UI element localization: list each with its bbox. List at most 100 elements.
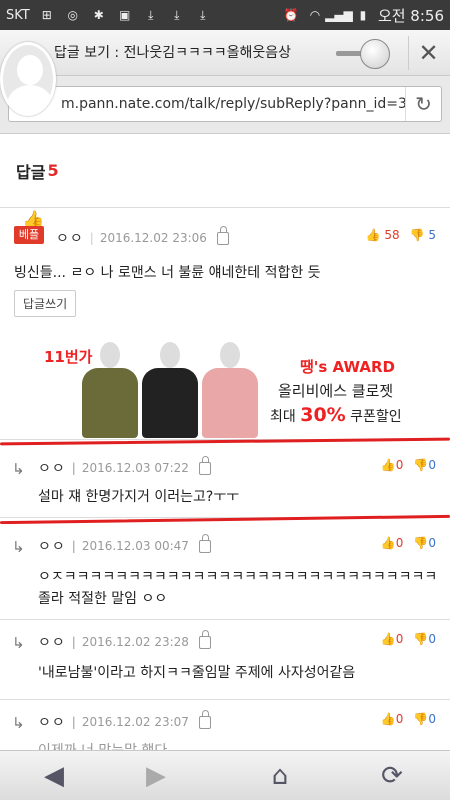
best-comment-meta: ㅇㅇ | 2016.12.02 23:06	[56, 225, 229, 248]
refresh-icon: ⟳	[381, 761, 403, 791]
author-nick[interactable]: ㅇㅇ	[38, 536, 66, 556]
downvote-button[interactable]: 👎0	[413, 536, 436, 550]
reply-item: ↳ ㅇㅇ | 2016.12.03 00:47 👍0 👎0 ㅇㅈㅋㅋㅋㅋㅋㅋㅋㅋ…	[0, 524, 450, 620]
refresh-button[interactable]: ⟳	[362, 755, 422, 797]
download-icon: ⤓	[148, 7, 154, 22]
downvote-button[interactable]: 👎0	[413, 458, 436, 472]
ad-discount: 30%	[300, 404, 346, 426]
profile-avatar[interactable]	[0, 42, 56, 116]
reply-meta: ㅇㅇ | 2016.12.02 23:28	[38, 629, 211, 652]
ad-headline: 올리비에스 클로젯	[278, 382, 394, 400]
download-icon: ⤓	[200, 7, 206, 22]
battery-icon: ▮	[359, 8, 367, 22]
downvote-button[interactable]: 👎 5	[410, 228, 436, 242]
downvote-button[interactable]: 👎0	[413, 712, 436, 726]
write-reply-button[interactable]: 답글쓰기	[14, 290, 77, 317]
reply-arrow-icon: ↳	[12, 538, 25, 556]
reply-votes: 👍0 👎0	[381, 632, 436, 646]
reply-meta: ㅇㅇ | 2016.12.02 23:07	[38, 709, 211, 732]
notification-settings-icon: ✱	[93, 8, 104, 22]
avatar-body-shape	[7, 85, 53, 113]
upvote-button[interactable]: 👍0	[381, 712, 404, 726]
replies-label: 답글	[16, 162, 46, 182]
downvote-count: 0	[428, 712, 436, 726]
notification-image-icon: ▣	[119, 8, 131, 22]
reply-arrow-icon: ↳	[12, 634, 25, 652]
reply-votes: 👍0 👎0	[381, 536, 436, 550]
reload-icon[interactable]: ↻	[405, 87, 441, 121]
author-nick[interactable]: ㅇㅇ	[38, 712, 66, 732]
reply-item: ↳ ㅇㅇ | 2016.12.02 23:07 👍0 👎0 이제까 너 맞는말 …	[0, 700, 450, 750]
url-bar: m.pann.nate.com/talk/reply/subReply?pann…	[0, 76, 450, 134]
ad-subline-prefix: 최대	[270, 409, 301, 425]
report-icon[interactable]	[198, 455, 211, 475]
best-comment-text: 빙신들... ㄹㅇ 나 로맨스 너 불륜 얘네한테 적합한 듯	[14, 265, 321, 281]
report-icon[interactable]	[198, 709, 211, 729]
forward-button[interactable]: ▶	[126, 755, 186, 797]
reply-text: 이제까 너 맞는말 했다	[38, 740, 167, 750]
upvote-button[interactable]: 👍0	[381, 536, 404, 550]
downvote-button[interactable]: 👎0	[413, 632, 436, 646]
downvote-count: 5	[428, 228, 436, 242]
best-comment: 👍 베플 ㅇㅇ | 2016.12.02 23:06 👍 58 👎 5 빙신들.…	[0, 208, 450, 336]
reply-text: '내로남불'이라고 하지ㅋㅋ줄임말 주제에 사자성어같음	[38, 665, 356, 681]
reply-text: ㅇㅈㅋㅋㅋㅋㅋㅋㅋㅋㅋㅋㅋㅋㅋㅋㅋㅋㅋㅋㅋㅋㅋㅋㅋㅋㅋㅋㅋㅋㅋ	[38, 569, 438, 585]
ad-subline: 최대 30% 쿠폰할인	[270, 404, 402, 426]
report-icon[interactable]	[198, 533, 211, 553]
ad-mannequin-3	[200, 342, 260, 438]
reply-text-line2: 졸라 적절한 말임 ㅇㅇ	[38, 591, 168, 607]
upvote-count: 0	[395, 536, 404, 550]
upvote-button[interactable]: 👍0	[381, 632, 404, 646]
notification-add-icon: ⊞	[41, 8, 52, 22]
back-button[interactable]: ◀	[24, 755, 84, 797]
page-content: 답글 5 👍 베플 ㅇㅇ | 2016.12.02 23:06 👍 58 👎 5…	[0, 134, 450, 750]
reply-votes: 👍0 👎0	[381, 712, 436, 726]
author-nick[interactable]: ㅇㅇ	[38, 632, 66, 652]
report-icon[interactable]	[198, 629, 211, 649]
reply-arrow-icon: ↳	[12, 460, 25, 478]
signal-icon: ▂▄▆	[325, 8, 353, 22]
ad-banner[interactable]: 11번가 땡's AWARD 올리비에스 클로젯 최대 30% 쿠폰할인	[0, 336, 450, 440]
ad-brand: 땡's AWARD	[300, 358, 395, 376]
url-field[interactable]: m.pann.nate.com/talk/reply/subReply?pann…	[8, 86, 442, 122]
meta-separator: |	[71, 715, 76, 729]
clock: 오전 8:56	[377, 6, 444, 25]
report-icon[interactable]	[216, 225, 229, 245]
forward-arrow-icon: ▶	[146, 761, 166, 791]
replies-count: 5	[47, 161, 59, 180]
ad-mannequin-2	[140, 342, 200, 438]
reply-date: 2016.12.03 07:22	[81, 461, 189, 475]
meta-separator: |	[89, 231, 94, 245]
status-bar: SKT ⊞ ◎ ✱ ▣ ⤓ ⤓ ⤓ ⏰ ◠ ▂▄▆ ▮ 오전 8:56	[0, 0, 450, 30]
reply-date: 2016.12.02 23:07	[81, 715, 189, 729]
reply-item: ↳ ㅇㅇ | 2016.12.02 23:28 👍0 👎0 '내로남불'이라고 …	[0, 620, 450, 700]
upvote-button[interactable]: 👍0	[381, 458, 404, 472]
reply-votes: 👍0 👎0	[381, 458, 436, 472]
downvote-count: 0	[428, 536, 436, 550]
meta-separator: |	[71, 635, 76, 649]
download-icon: ⤓	[174, 7, 180, 22]
back-arrow-icon: ◀	[44, 761, 64, 791]
carrier-label: SKT	[6, 7, 30, 23]
upvote-count: 0	[395, 632, 404, 646]
notification-record-icon: ◎	[67, 8, 78, 22]
avatar-head-shape	[17, 55, 43, 85]
downvote-count: 0	[428, 632, 436, 646]
reply-meta: ㅇㅇ | 2016.12.03 07:22	[38, 455, 211, 478]
close-button[interactable]: ✕	[408, 36, 448, 70]
url-text[interactable]: m.pann.nate.com/talk/reply/subReply?pann…	[9, 96, 405, 112]
comment-date: 2016.12.02 23:06	[99, 231, 207, 245]
zoom-slider-knob[interactable]	[360, 39, 390, 69]
replies-count-header: 답글 5	[0, 134, 450, 208]
author-nick[interactable]: ㅇㅇ	[38, 458, 66, 478]
author-nick[interactable]: ㅇㅇ	[56, 228, 84, 248]
downvote-count: 0	[428, 458, 436, 472]
alarm-icon: ⏰	[283, 8, 299, 22]
home-icon: ⌂	[271, 761, 289, 791]
ad-subline-suffix: 쿠폰할인	[345, 409, 402, 425]
browser-navbar: ◀ ▶ ⌂ ⟳	[0, 750, 450, 800]
upvote-button[interactable]: 👍 58	[366, 228, 400, 242]
reply-item: ↳ ㅇㅇ | 2016.12.03 07:22 👍0 👎0 설마 쟤 한명가지거…	[0, 446, 450, 518]
home-button[interactable]: ⌂	[250, 755, 310, 797]
reply-date: 2016.12.03 00:47	[81, 539, 189, 553]
